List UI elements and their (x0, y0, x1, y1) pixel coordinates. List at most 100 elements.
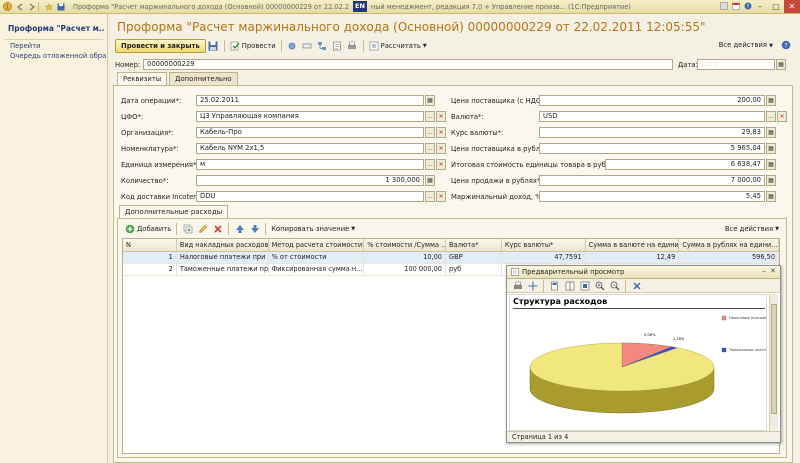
preview-close-button[interactable]: ✕ (770, 267, 776, 275)
calculator-button[interactable]: ▦ (425, 175, 435, 186)
column-header-method[interactable]: Метод расчета стоимости* (269, 239, 365, 251)
star-icon[interactable] (44, 2, 53, 11)
column-header-n[interactable]: N (123, 239, 177, 251)
select-button[interactable]: ... (425, 191, 435, 202)
language-indicator[interactable]: EN (353, 1, 367, 12)
select-button[interactable]: ... (425, 143, 435, 154)
number-field[interactable]: 00000000229 (143, 59, 673, 70)
expense-structure-chart: Структура расходов 9,06% 1,16% Налоговые … (513, 297, 766, 414)
navigation-link-deferred-queue[interactable]: Очередь отложенной обра... (10, 52, 106, 60)
calculator-icon: ▦ (768, 97, 774, 104)
column-header-amount[interactable]: % стоимости /Сумма ... (364, 239, 447, 251)
column-header-rate[interactable]: Курс валюты* (502, 239, 586, 251)
cfo-field[interactable]: ЦЗ Управляющая компания (196, 111, 424, 122)
exchange-rate-field[interactable]: 29,83 (539, 127, 765, 138)
help-icon[interactable]: ? (781, 40, 791, 50)
calculator-button[interactable]: ▦ (766, 127, 776, 138)
tab-requisites[interactable]: Реквизиты (117, 72, 168, 86)
column-header-currency[interactable]: Валюта* (446, 239, 502, 251)
copy-row-icon[interactable] (181, 223, 194, 236)
clear-button[interactable]: ✕ (436, 143, 446, 154)
delete-row-icon[interactable] (211, 223, 224, 236)
operation-date-field[interactable]: 25.02.2011 (196, 95, 424, 106)
all-actions-button[interactable]: Все действия ▼ (719, 41, 773, 49)
table-all-actions-button[interactable]: Все действия ▼ (725, 225, 779, 233)
back-icon[interactable] (15, 2, 24, 11)
help-icon[interactable]: ? (743, 2, 752, 11)
column-header-amount-rub[interactable]: Сумма в рублях на едини... (679, 239, 779, 251)
calculator-icon[interactable] (719, 2, 728, 11)
save-icon[interactable] (56, 2, 65, 11)
forward-icon[interactable] (27, 2, 36, 11)
navigation-title[interactable]: Проформа "Расчет м... (8, 24, 104, 33)
maximize-button[interactable]: □ (768, 0, 784, 13)
print-icon[interactable] (346, 40, 359, 53)
sale-price-field[interactable]: 7 000,00 (539, 175, 765, 186)
move-icon[interactable] (526, 279, 539, 292)
move-up-icon[interactable] (233, 223, 246, 236)
post-and-close-button[interactable]: Провести и закрыть (115, 39, 206, 53)
calculator-button[interactable]: ▦ (766, 175, 776, 186)
date-field[interactable]: . . : : (697, 59, 775, 70)
calculator-button[interactable]: ▦ (766, 143, 776, 154)
clear-button[interactable]: ✕ (436, 127, 446, 138)
clear-button[interactable]: ✕ (436, 159, 446, 170)
chevron-down-icon: ▼ (769, 43, 773, 49)
select-button[interactable]: ... (425, 159, 435, 170)
print-preview-window: Предварительный просмотр – ✕ Структура р… (506, 265, 781, 443)
pie-chart: 9,06% 1,16% (529, 333, 715, 414)
zoom-in-icon[interactable] (593, 279, 606, 292)
calculate-button[interactable]: Рассчитать ▼ (369, 41, 427, 51)
calendar-button[interactable]: ▦ (776, 59, 786, 70)
clear-button[interactable]: ✕ (777, 111, 787, 122)
post-button[interactable]: Провести (230, 41, 276, 51)
page-title: Проформа "Расчет маржинального дохода (О… (117, 20, 706, 34)
scrollbar-thumb[interactable] (771, 304, 777, 414)
structure-icon[interactable] (316, 40, 329, 53)
quantity-field[interactable]: 1 300,000 (196, 175, 424, 186)
table-row[interactable]: 1 Налоговые платежи при ... % от стоимос… (123, 252, 779, 264)
zoom-out-icon[interactable] (608, 279, 621, 292)
page-fit-icon[interactable] (578, 279, 591, 292)
preview-minimize-button[interactable]: – (762, 267, 766, 276)
report-icon[interactable] (331, 40, 344, 53)
calculator-button[interactable]: ▦ (766, 191, 776, 202)
calculator-button[interactable]: ▦ (766, 95, 776, 106)
move-down-icon[interactable] (248, 223, 261, 236)
print-icon[interactable] (511, 279, 524, 292)
edit-row-icon[interactable] (196, 223, 209, 236)
copy-value-button[interactable]: Копировать значение ▼ (271, 225, 355, 233)
preview-scrollbar[interactable] (769, 294, 778, 431)
currency-field[interactable]: USD (539, 111, 765, 122)
select-button[interactable]: ... (425, 111, 435, 122)
clear-button[interactable]: ✕ (436, 111, 446, 122)
minimize-button[interactable]: – (752, 0, 768, 13)
date-label: Дата: (678, 61, 698, 69)
incoterm-field[interactable]: DDU (196, 191, 424, 202)
close-preview-icon[interactable] (630, 279, 643, 292)
view-icon[interactable] (286, 40, 299, 53)
tab-additional[interactable]: Дополнительно (169, 72, 238, 85)
page-first-icon[interactable] (548, 279, 561, 292)
supplier-price-rub-field[interactable]: 5 965,04 (539, 143, 765, 154)
margin-field[interactable]: 5,45 (539, 191, 765, 202)
supplier-price-field[interactable]: 200,00 (539, 95, 765, 106)
tab-extra-expenses[interactable]: Дополнительные расходы (119, 205, 229, 218)
total-unit-cost-field[interactable]: 6 638,47 (605, 159, 765, 170)
organization-field[interactable]: Кабель-Про (196, 127, 424, 138)
add-row-button[interactable]: Добавить (125, 224, 171, 234)
select-button[interactable]: ... (425, 127, 435, 138)
column-header-amount-currency[interactable]: Сумма в валюте на едини... (586, 239, 680, 251)
unit-field[interactable]: м (196, 159, 424, 170)
clear-button[interactable]: ✕ (436, 191, 446, 202)
close-window-button[interactable]: ✕ (784, 0, 800, 13)
select-button[interactable]: ... (766, 111, 776, 122)
column-header-expense-type[interactable]: Вид накладных расходов* (177, 239, 269, 251)
minus-icon[interactable] (301, 40, 314, 53)
page-two-icon[interactable] (563, 279, 576, 292)
calendar-icon[interactable] (731, 2, 740, 11)
calendar-button[interactable]: ▦ (425, 95, 435, 106)
calculator-button[interactable]: ▦ (766, 159, 776, 170)
save-icon[interactable] (207, 40, 220, 53)
nomenclature-field[interactable]: Кабель NYM 2x1,5 (196, 143, 424, 154)
